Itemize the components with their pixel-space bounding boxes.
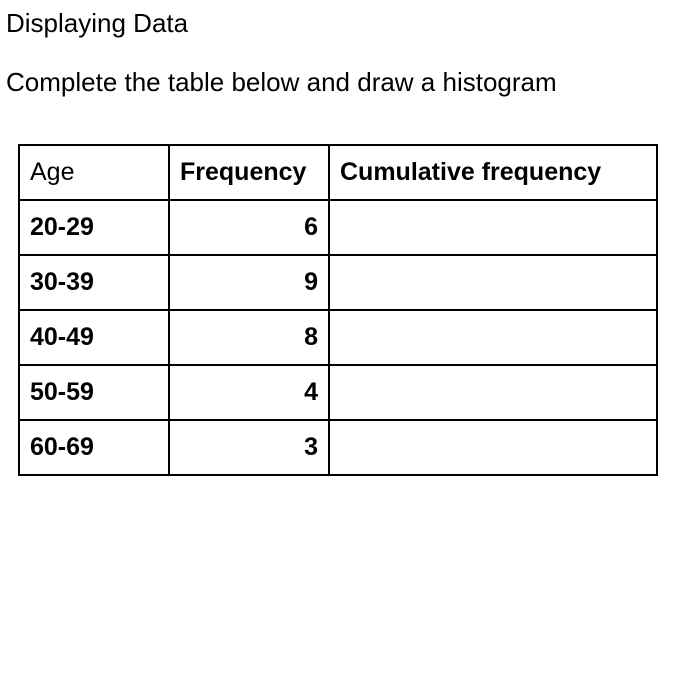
cell-age: 60-69	[19, 420, 169, 475]
cell-frequency: 6	[169, 200, 329, 255]
cell-frequency: 4	[169, 365, 329, 420]
page-heading: Displaying Data	[6, 8, 696, 39]
table-row: 30-39 9	[19, 255, 657, 310]
table-header-row: Age Frequency Cumulative frequency	[19, 145, 657, 200]
cell-frequency: 3	[169, 420, 329, 475]
header-age: Age	[19, 145, 169, 200]
cell-cumulative	[329, 255, 657, 310]
cell-age: 40-49	[19, 310, 169, 365]
table-row: 40-49 8	[19, 310, 657, 365]
cell-cumulative	[329, 420, 657, 475]
cell-age: 50-59	[19, 365, 169, 420]
cell-cumulative	[329, 200, 657, 255]
table-row: 20-29 6	[19, 200, 657, 255]
cell-age: 20-29	[19, 200, 169, 255]
cell-age: 30-39	[19, 255, 169, 310]
instruction-text: Complete the table below and draw a hist…	[6, 67, 696, 98]
cell-frequency: 9	[169, 255, 329, 310]
header-cumulative-frequency: Cumulative frequency	[329, 145, 657, 200]
frequency-table: Age Frequency Cumulative frequency 20-29…	[18, 144, 658, 476]
cell-frequency: 8	[169, 310, 329, 365]
cell-cumulative	[329, 365, 657, 420]
table-row: 50-59 4	[19, 365, 657, 420]
table-row: 60-69 3	[19, 420, 657, 475]
cell-cumulative	[329, 310, 657, 365]
header-frequency: Frequency	[169, 145, 329, 200]
